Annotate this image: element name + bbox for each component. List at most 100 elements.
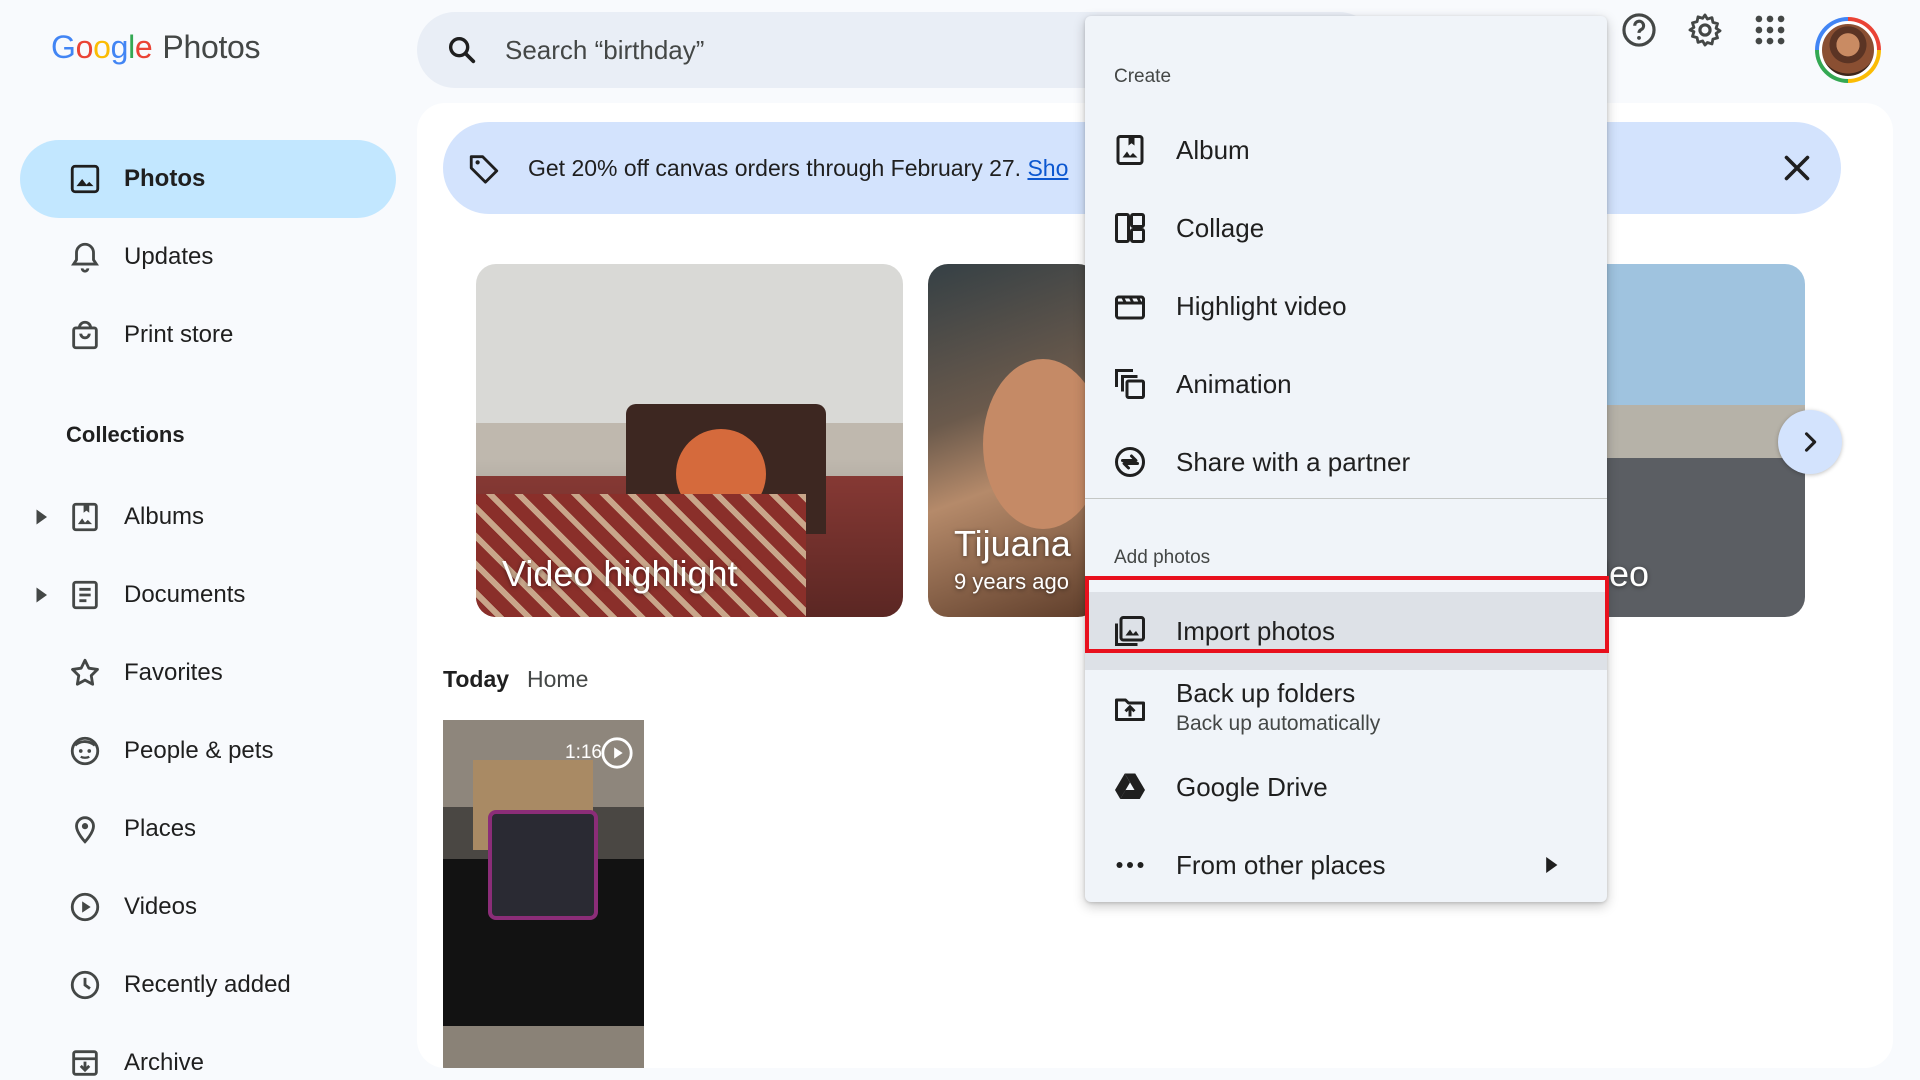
apps-grid-icon[interactable]	[1751, 11, 1789, 49]
menu-item-highlight-video[interactable]: Highlight video	[1085, 267, 1607, 345]
sidebar-item-label: Documents	[124, 581, 246, 608]
menu-item-animation[interactable]: Animation	[1085, 345, 1607, 423]
sidebar-item-print-store[interactable]: Print store	[20, 296, 396, 374]
menu-item-label: Collage	[1176, 213, 1265, 243]
logo-letter: o	[93, 29, 111, 65]
folder-upload-icon	[1115, 698, 1145, 721]
sidebar-item-albums[interactable]: Albums	[20, 478, 396, 556]
timeline-date: Today	[443, 666, 510, 692]
memory-card-tijuana[interactable]: Tijuana 9 years ago	[928, 264, 1098, 617]
menu-item-label: Google Drive	[1176, 772, 1328, 802]
timeline-date-header: Today Home	[443, 666, 588, 693]
memory-title: Tijuana	[954, 523, 1071, 564]
face-icon	[70, 736, 100, 766]
menu-item-collage[interactable]: Collage	[1085, 189, 1607, 267]
promo-text: Get 20% off canvas orders through Februa…	[528, 155, 1068, 182]
menu-item-album[interactable]: Album	[1085, 111, 1607, 189]
menu-item-label: Highlight video	[1176, 291, 1347, 321]
sidebar-item-label: People & pets	[124, 737, 274, 764]
album-icon	[72, 502, 98, 532]
menu-item-google-drive[interactable]: Google Drive	[1085, 748, 1607, 826]
memory-card-video-highlight[interactable]: Video highlight	[476, 264, 903, 617]
sidebar-item-label: Print store	[124, 321, 234, 348]
menu-item-label: Import photos	[1176, 616, 1335, 646]
tag-icon	[469, 155, 499, 184]
clock-icon	[70, 970, 100, 1000]
submenu-arrow-icon	[1546, 857, 1558, 873]
google-photos-logo[interactable]: G o o g l e Photos	[51, 29, 261, 69]
import-photos-icon	[1115, 616, 1145, 646]
menu-divider	[1085, 498, 1607, 499]
sidebar-item-recently-added[interactable]: Recently added	[20, 946, 396, 1024]
memories-next-button[interactable]	[1778, 410, 1842, 474]
sidebar-item-label: Favorites	[124, 659, 223, 686]
sidebar-item-label: Photos	[124, 165, 206, 192]
logo-letter: G	[51, 29, 76, 65]
document-icon	[72, 580, 98, 610]
video-duration: 1:16	[565, 742, 602, 763]
star-icon	[71, 658, 99, 686]
photo-thumbnail[interactable]: 1:16	[443, 720, 644, 1068]
menu-item-label: Share with a partner	[1176, 447, 1411, 477]
gear-icon[interactable]	[1686, 11, 1724, 49]
menu-section-create: Create	[1114, 66, 1172, 87]
google-drive-icon	[1115, 773, 1145, 799]
archive-icon	[72, 1050, 98, 1076]
sidebar-item-people-pets[interactable]: People & pets	[20, 712, 396, 790]
avatar-photo	[1819, 21, 1877, 79]
help-icon[interactable]	[1620, 11, 1658, 49]
menu-item-from-other-places[interactable]: From other places	[1085, 826, 1607, 904]
menu-item-label: Album	[1176, 135, 1250, 165]
memory-card-video[interactable]: ideo	[1577, 264, 1805, 617]
menu-item-label: Back up folders	[1176, 678, 1356, 708]
create-add-menu: Create Album Collage Highlight video Ani…	[1085, 16, 1607, 902]
menu-section-add-photos: Add photos	[1114, 547, 1211, 568]
memory-subtitle: 9 years ago	[954, 569, 1069, 594]
menu-item-import-photos[interactable]: Import photos	[1085, 592, 1607, 670]
collections-heading: Collections	[66, 422, 185, 447]
menu-item-label: Animation	[1176, 369, 1292, 399]
bell-icon	[71, 242, 99, 273]
timeline-location[interactable]: Home	[527, 666, 588, 692]
sidebar-item-photos[interactable]: Photos	[20, 140, 396, 218]
menu-item-back-up-folders[interactable]: Back up folders Back up automatically	[1085, 670, 1607, 748]
sidebar: G o o g l e Photos Photos Updates Print …	[0, 0, 410, 1080]
sidebar-item-label: Updates	[124, 243, 214, 270]
sidebar-item-archive[interactable]: Archive	[20, 1024, 396, 1080]
expand-caret-icon[interactable]	[33, 586, 49, 604]
logo-product-name: Photos	[162, 29, 261, 65]
more-horiz-icon	[1116, 862, 1144, 868]
logo-letter: g	[110, 29, 129, 65]
expand-caret-icon[interactable]	[33, 508, 49, 526]
search-icon[interactable]	[445, 33, 479, 67]
promo-message: Get 20% off canvas orders through Februa…	[528, 154, 1028, 181]
collage-icon	[1115, 213, 1145, 243]
account-avatar[interactable]	[1815, 17, 1881, 83]
logo-letter: o	[75, 29, 94, 65]
shopping-bag-icon	[72, 320, 98, 350]
sidebar-item-favorites[interactable]: Favorites	[20, 634, 396, 712]
animation-icon	[1115, 369, 1145, 399]
close-icon[interactable]	[1779, 150, 1815, 186]
sidebar-item-label: Archive	[124, 1049, 205, 1076]
sidebar-item-updates[interactable]: Updates	[20, 218, 396, 296]
menu-item-sublabel: Back up automatically	[1176, 712, 1381, 735]
logo-letter: l	[128, 29, 135, 65]
chevron-right-icon	[1804, 432, 1817, 452]
album-icon	[1116, 135, 1144, 165]
sidebar-item-places[interactable]: Places	[20, 790, 396, 868]
play-circle-icon	[601, 737, 633, 769]
menu-item-label: From other places	[1176, 850, 1386, 880]
memory-photo-detail	[983, 359, 1098, 529]
search-input[interactable]	[505, 34, 1005, 66]
menu-item-share-with-partner[interactable]: Share with a partner	[1085, 423, 1607, 501]
thumbnail-detail	[488, 810, 598, 920]
sidebar-item-label: Videos	[124, 893, 197, 920]
play-circle-icon	[70, 892, 100, 922]
clapperboard-icon	[1115, 295, 1145, 320]
memory-title: Video highlight	[502, 553, 738, 594]
sidebar-item-videos[interactable]: Videos	[20, 868, 396, 946]
sidebar-item-documents[interactable]: Documents	[20, 556, 396, 634]
sidebar-item-label: Recently added	[124, 971, 291, 998]
promo-shop-link[interactable]: Sho	[1027, 155, 1068, 181]
